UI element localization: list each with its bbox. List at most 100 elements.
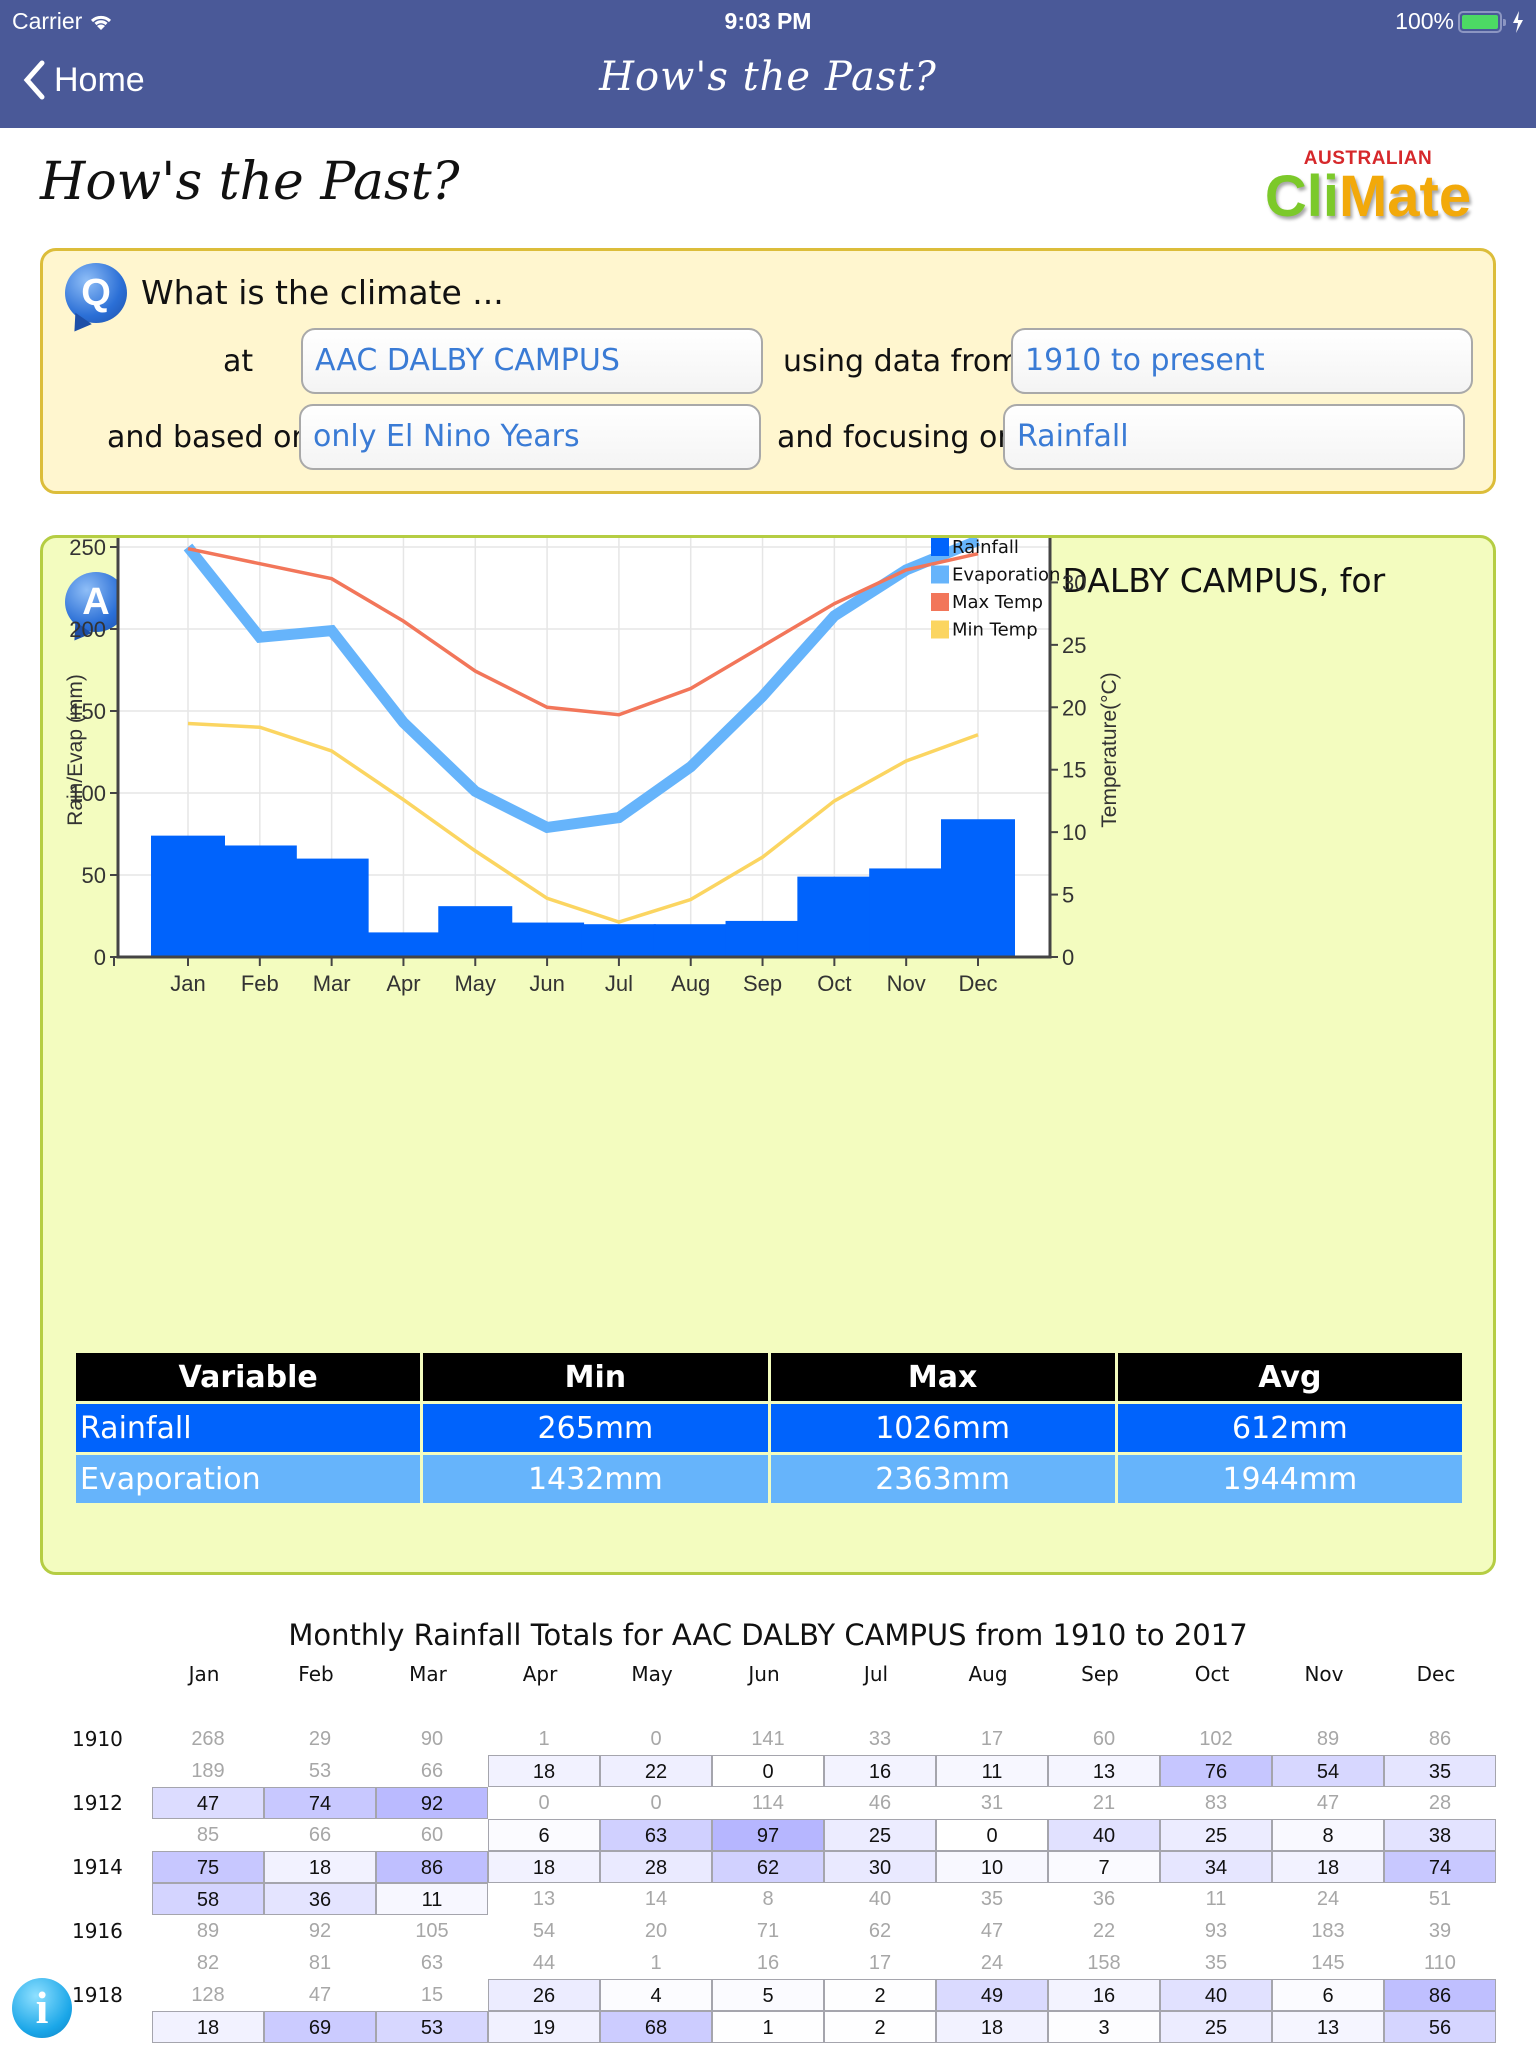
- rainfall-cell: 0: [650, 1792, 662, 1814]
- summary-row-rainfall: Rainfall 265mm 1026mm 612mm: [76, 1404, 1462, 1452]
- rainfall-cell-el-nino: 0: [936, 1819, 1048, 1851]
- rainfall-cell: 15: [420, 1984, 444, 2006]
- at-label: at: [223, 344, 254, 379]
- logo-mate: Mate: [1338, 164, 1472, 229]
- rainfall-cell-el-nino: 74: [264, 1787, 376, 1819]
- rainfall-cell-el-nino: 36: [264, 1883, 376, 1915]
- rainfall-cell-el-nino: 97: [712, 1819, 824, 1851]
- header-avg: Avg: [1117, 1353, 1462, 1401]
- right-axis-title: Temperature(°C): [1098, 672, 1121, 827]
- rainfall-bar-dec: [941, 819, 1015, 957]
- rainfall-cell: 28: [1428, 1792, 1452, 1814]
- rainfall-cell-el-nino: 26: [488, 1979, 600, 2011]
- rainfall-cell: 90: [420, 1728, 444, 1750]
- filter-field[interactable]: only El Nino Years: [299, 404, 761, 470]
- rainfall-cell: 46: [868, 1792, 892, 1814]
- rainfall-cell: 51: [1428, 1888, 1452, 1910]
- period-field[interactable]: 1910 to present: [1011, 328, 1473, 394]
- rainfall-cell: 102: [1199, 1728, 1233, 1750]
- variable-name: Evaporation: [76, 1455, 421, 1503]
- rainfall-cell-el-nino: 0: [712, 1755, 824, 1787]
- status-bar: Carrier 9:03 PM 100%: [0, 6, 1536, 36]
- rainfall-cell: 33: [868, 1728, 892, 1750]
- rainfall-bar-may: [438, 906, 513, 957]
- rainfall-cell: 14: [644, 1888, 668, 1910]
- rainfall-cell: 86: [1428, 1728, 1452, 1750]
- rainfall-cell: 35: [1204, 1952, 1228, 1974]
- rainfall-cell-el-nino: 40: [1048, 1819, 1160, 1851]
- rainfall-cell: 17: [980, 1728, 1004, 1750]
- location-field[interactable]: AAC DALBY CAMPUS: [301, 328, 763, 394]
- rainfall-cell-el-nino: 18: [488, 1755, 600, 1787]
- rainfall-cell-el-nino: 35: [1384, 1755, 1496, 1787]
- rainfall-cell-el-nino: 2: [824, 1979, 936, 2011]
- rainfall-cell-el-nino: 62: [712, 1851, 824, 1883]
- month-header-apr: Apr: [522, 1662, 558, 1686]
- rainfall-cell: 66: [420, 1760, 444, 1782]
- right-axis-tick-label: 0: [1062, 945, 1074, 970]
- rainfall-cell-el-nino: 92: [376, 1787, 488, 1819]
- rainfall-cell-el-nino: 10: [936, 1851, 1048, 1883]
- year-label: 1918: [72, 1983, 123, 2007]
- summary-row-evaporation: Evaporation 1432mm 2363mm 1944mm: [76, 1455, 1462, 1503]
- rainfall-bar-jan: [151, 835, 225, 957]
- rainfall-bar-apr: [366, 932, 441, 957]
- x-axis-tick-label: Sep: [743, 971, 782, 996]
- rainfall-cell-el-nino: 30: [824, 1851, 936, 1883]
- battery-percent: 100%: [1395, 8, 1454, 34]
- rainfall-cell-el-nino: 6: [1272, 1979, 1384, 2011]
- x-axis-tick-label: Nov: [887, 971, 926, 996]
- right-axis-tick-label: 25: [1062, 633, 1086, 658]
- rainfall-cell: 36: [1092, 1888, 1116, 1910]
- header-min: Min: [423, 1353, 768, 1401]
- max-value: 1026mm: [770, 1404, 1115, 1452]
- nav-title: How's the Past?: [599, 54, 937, 100]
- right-axis-tick-label: 20: [1062, 695, 1086, 720]
- australian-climate-logo: AUSTRALIAN CliMate: [1250, 148, 1486, 226]
- based-on-label: and based on: [107, 420, 311, 455]
- rainfall-cell: 8: [762, 1888, 774, 1910]
- question-bubble-icon: Q: [65, 263, 127, 323]
- rainfall-cell-el-nino: 11: [936, 1755, 1048, 1787]
- rainfall-cell: 81: [308, 1952, 332, 1974]
- focus-field[interactable]: Rainfall: [1003, 404, 1465, 470]
- info-button[interactable]: i: [12, 1978, 72, 2038]
- x-axis-tick-label: Dec: [958, 971, 997, 996]
- legend-label-min-temp: Min Temp: [952, 620, 1038, 641]
- x-axis-tick-label: Jan: [170, 971, 205, 996]
- charging-bolt-icon: [1513, 10, 1523, 33]
- x-axis-tick-label: Apr: [386, 971, 420, 996]
- right-axis-tick-label: 5: [1062, 883, 1074, 908]
- month-header-dec: Dec: [1416, 1662, 1456, 1686]
- rainfall-cell-el-nino: 18: [488, 1851, 600, 1883]
- rainfall-cell-el-nino: 8: [1272, 1819, 1384, 1851]
- rainfall-cell-el-nino: 16: [1048, 1979, 1160, 2011]
- rainfall-cell-el-nino: 25: [1160, 1819, 1272, 1851]
- rainfall-cell-el-nino: 53: [376, 2011, 488, 2043]
- rainfall-cell-el-nino: 74: [1384, 1851, 1496, 1883]
- rainfall-cell-el-nino: 13: [1048, 1755, 1160, 1787]
- rainfall-cell: 0: [650, 1728, 662, 1750]
- month-header-nov: Nov: [1304, 1662, 1344, 1686]
- rainfall-cell: 268: [191, 1728, 225, 1750]
- rainfall-cell: 11: [1205, 1888, 1227, 1910]
- rainfall-cell: 24: [1316, 1888, 1340, 1910]
- rainfall-cell-el-nino: 16: [824, 1755, 936, 1787]
- rainfall-cell-el-nino: 86: [1384, 1979, 1496, 2011]
- rainfall-cell-el-nino: 22: [600, 1755, 712, 1787]
- navigation-bar: Carrier 9:03 PM 100% Home How's the Past…: [0, 0, 1536, 128]
- month-header-aug: Aug: [968, 1662, 1008, 1686]
- rainfall-cell-el-nino: 40: [1160, 1979, 1272, 2011]
- answer-panel: A Average monthly rain, evap., min.& max…: [40, 535, 1496, 1575]
- rainfall-cell: 60: [420, 1824, 444, 1846]
- rainfall-cell-el-nino: 34: [1160, 1851, 1272, 1883]
- rainfall-cell: 92: [308, 1920, 332, 1942]
- question-prompt: What is the climate ...: [141, 273, 504, 312]
- rainfall-cell: 44: [532, 1952, 556, 1974]
- rainfall-cell-el-nino: 18: [152, 2011, 264, 2043]
- rainfall-cell: 21: [1092, 1792, 1116, 1814]
- month-header-may: May: [631, 1662, 673, 1686]
- rainfall-cell-el-nino: 28: [600, 1851, 712, 1883]
- x-axis-tick-label: Feb: [241, 971, 279, 996]
- summary-header-row: Variable Min Max Avg: [76, 1353, 1462, 1401]
